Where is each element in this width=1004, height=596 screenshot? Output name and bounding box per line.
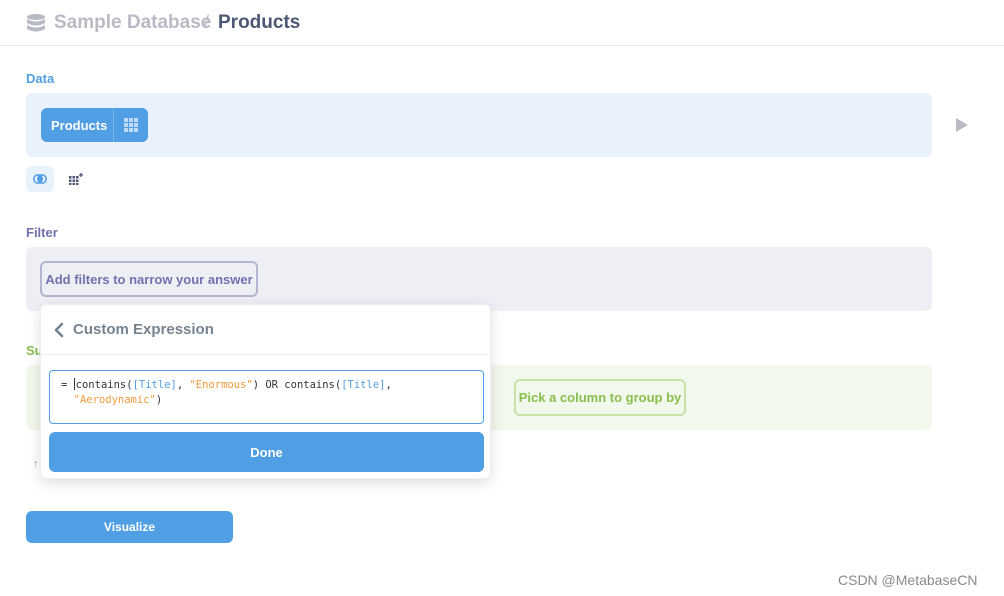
expression-function: contains( — [75, 379, 133, 391]
text-caret — [73, 378, 75, 390]
expression-field: [Title] — [132, 379, 177, 391]
chevron-left-icon[interactable] — [53, 322, 65, 338]
custom-column-icon — [69, 173, 83, 185]
header-bar: Sample Database / Products — [0, 0, 1004, 46]
expression-separator: , — [176, 379, 190, 391]
popover-title: Custom Expression — [73, 321, 214, 338]
done-button[interactable]: Done — [49, 432, 484, 472]
expression-string: "Aerodynamic" — [73, 394, 156, 406]
watermark: CSDN @MetabaseCN — [838, 572, 978, 588]
data-step: Products — [26, 93, 932, 157]
custom-column-button[interactable] — [62, 166, 90, 192]
data-section-label: Data — [26, 71, 55, 86]
table-picker-button[interactable]: Products — [41, 108, 148, 142]
group-by-button[interactable]: Pick a column to group by — [514, 379, 686, 416]
breadcrumb-table: Products — [218, 12, 301, 33]
sort-icon[interactable]: ↑ — [33, 458, 39, 470]
expression-close: ) — [155, 394, 163, 406]
add-filter-button[interactable]: Add filters to narrow your answer — [40, 261, 258, 297]
visualize-button[interactable]: Visualize — [26, 511, 233, 543]
expression-editor[interactable]: = contains([Title], "Enormous") OR conta… — [49, 370, 484, 424]
database-icon — [27, 14, 45, 32]
filter-section-label: Filter — [26, 225, 58, 240]
popover-header[interactable]: Custom Expression — [41, 305, 490, 355]
expression-operator: ) OR contains( — [252, 379, 342, 391]
play-icon[interactable] — [955, 118, 969, 132]
custom-expression-popover: Custom Expression = contains([Title], "E… — [40, 304, 491, 479]
table-name: Products — [51, 117, 108, 133]
expression-equals: = — [61, 379, 68, 391]
expression-field: [Title] — [341, 379, 386, 391]
expression-separator: , — [385, 379, 392, 391]
grid-icon[interactable] — [114, 108, 148, 142]
breadcrumb-separator: / — [204, 12, 210, 32]
expression-string: "Enormous" — [189, 379, 253, 391]
breadcrumb-database[interactable]: Sample Database — [54, 12, 211, 34]
join-icon — [33, 174, 47, 184]
filter-step: Add filters to narrow your answer — [26, 247, 932, 311]
join-button[interactable] — [26, 166, 54, 192]
